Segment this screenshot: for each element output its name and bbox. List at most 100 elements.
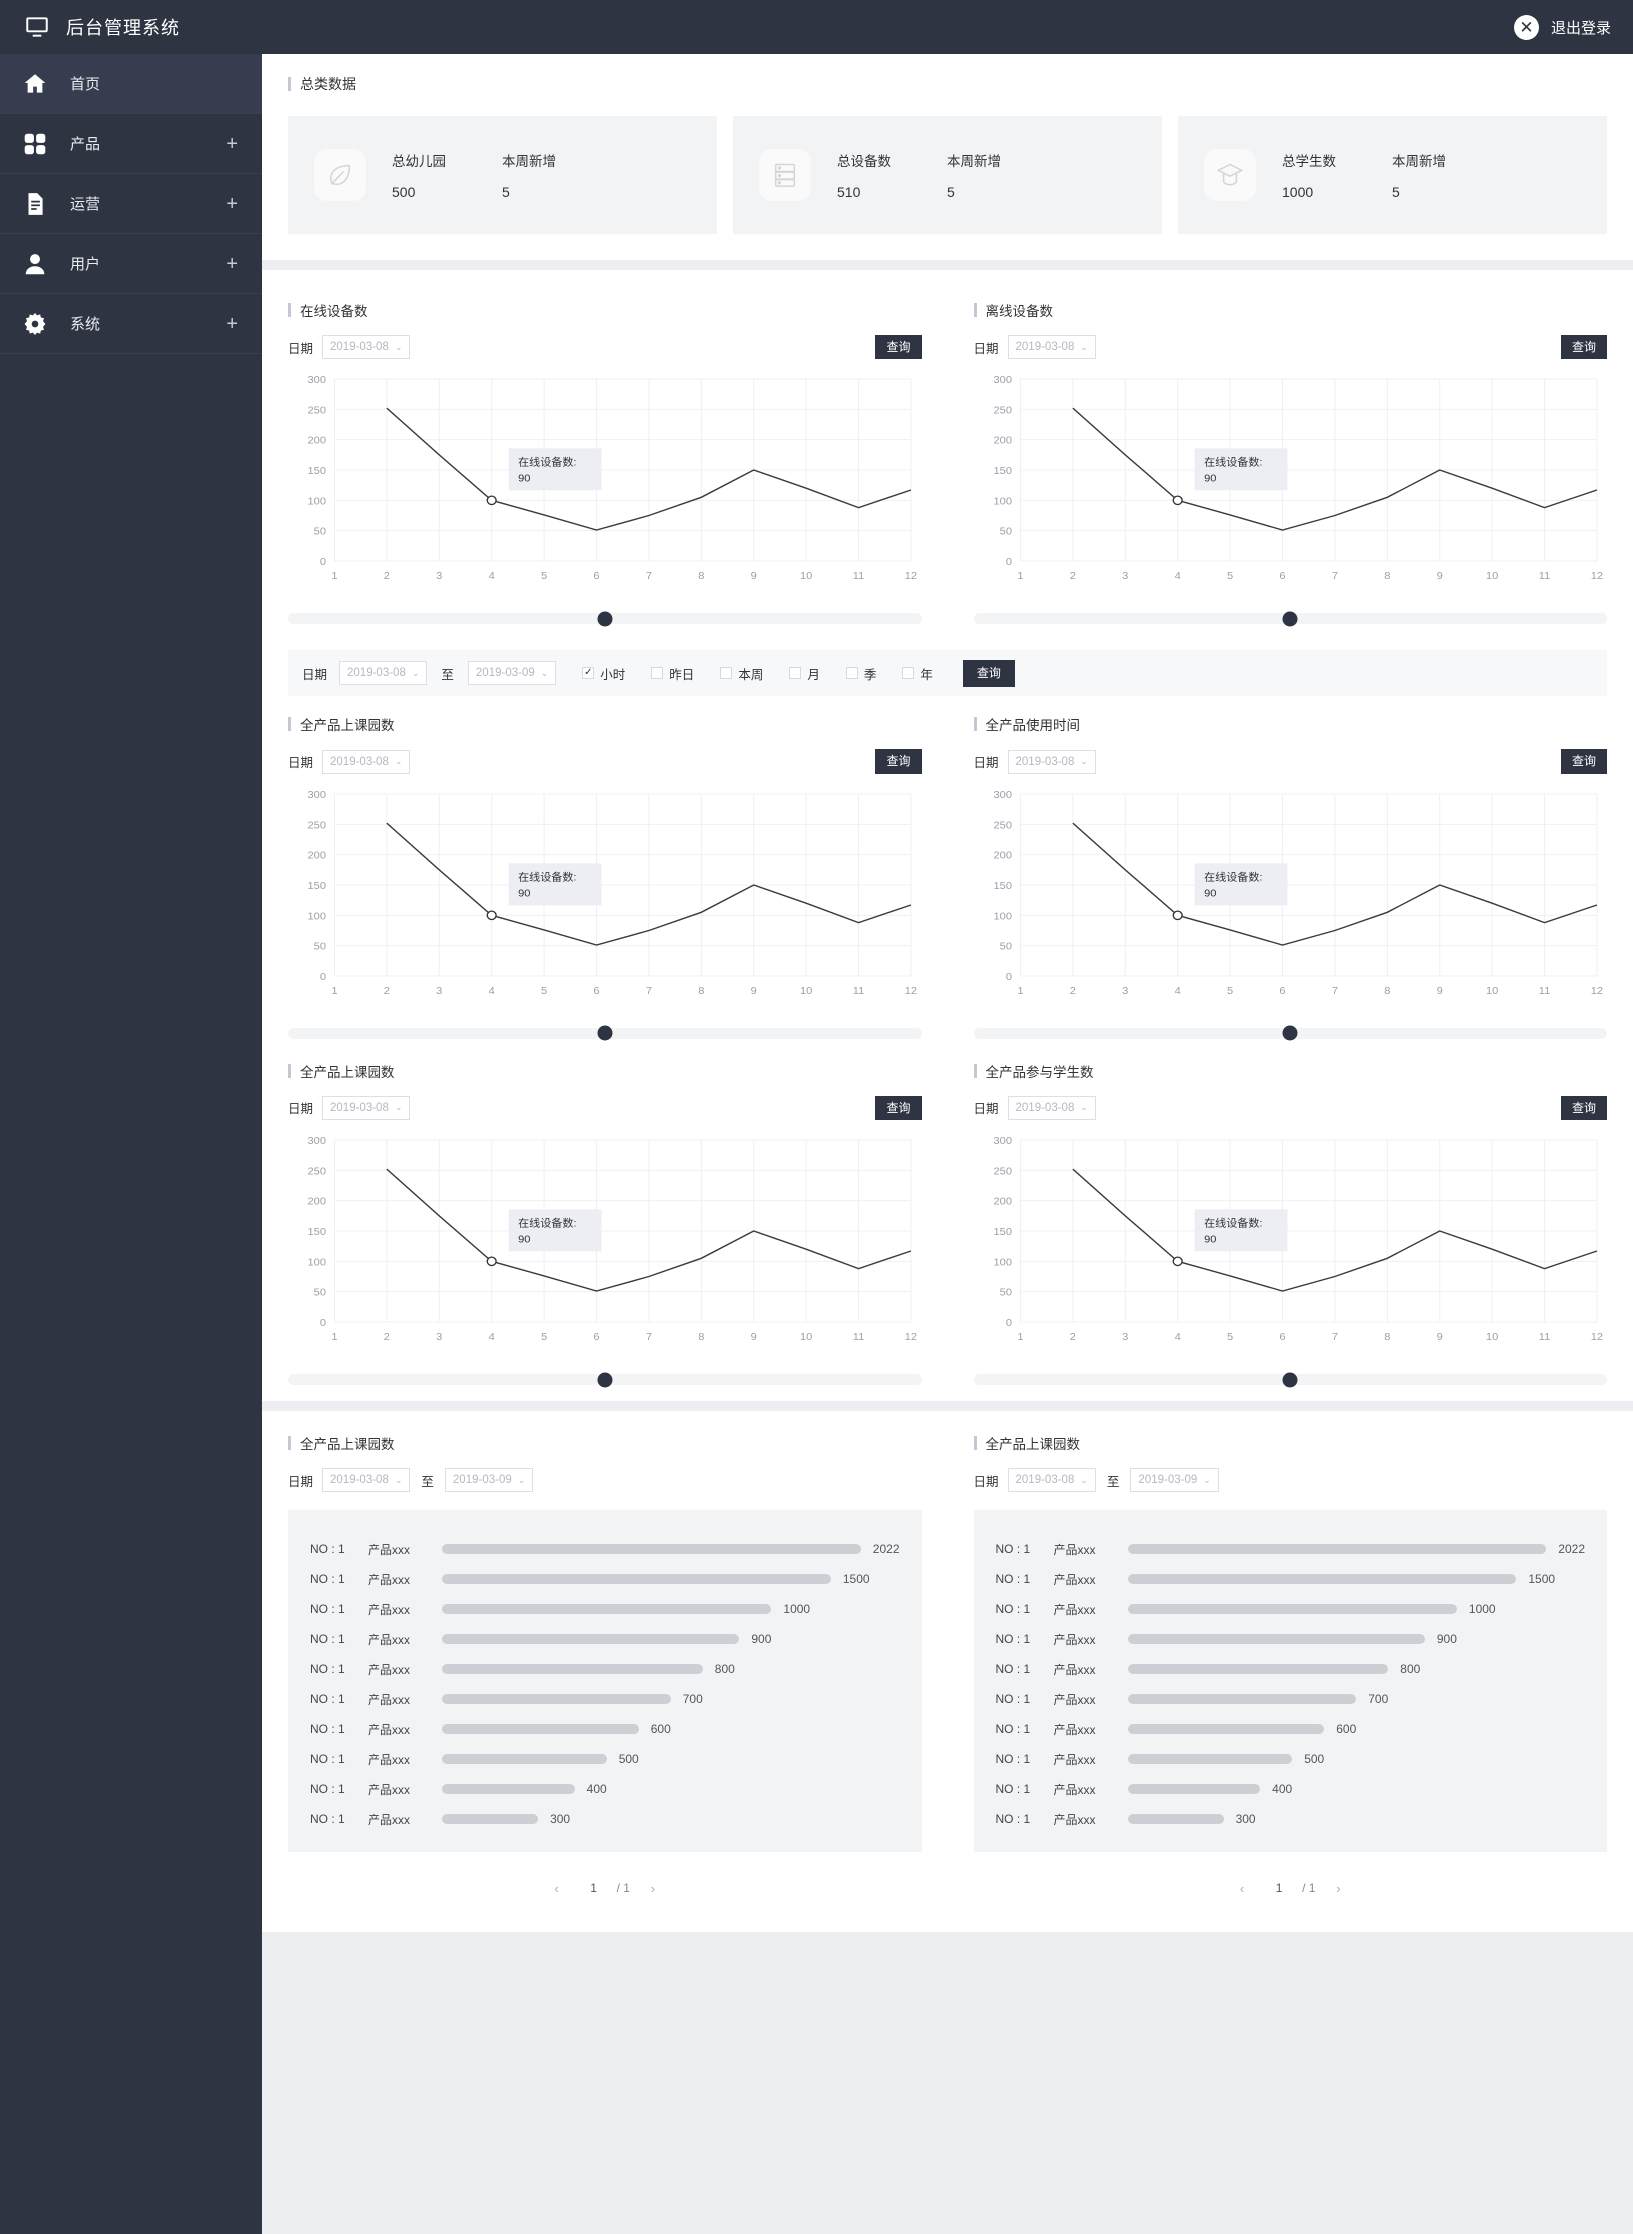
title-accent-bar	[288, 1063, 291, 1078]
date-picker[interactable]: 2019-03-08 ⌄	[1007, 749, 1096, 774]
slider-knob[interactable]	[1282, 611, 1298, 627]
svg-text:90: 90	[1204, 887, 1216, 899]
rank-bar-track: 2022	[1127, 1542, 1585, 1556]
query-button[interactable]: 查询	[1560, 335, 1607, 360]
svg-text:10: 10	[1485, 1331, 1497, 1343]
date-picker[interactable]: 2019-03-08 ⌄	[322, 1095, 411, 1120]
query-button[interactable]: 查询	[875, 749, 922, 774]
checkbox-hour[interactable]: ✓ 小时	[582, 664, 625, 683]
chart-panel-usage-time: 全产品使用时间 日期 2019-03-08 ⌄ 查询 0 50 100 150 200 2…	[948, 702, 1633, 1048]
chart-controls: 日期 2019-03-08 ⌄ 查询	[973, 1095, 1607, 1121]
rank-position: NO : 1	[310, 1602, 345, 1617]
checkbox-year[interactable]: 年	[902, 664, 933, 683]
prev-page-button[interactable]: ‹	[542, 1874, 571, 1903]
title-accent-bar	[288, 717, 291, 732]
svg-text:在线设备数:: 在线设备数:	[518, 870, 576, 883]
svg-text:90: 90	[1204, 473, 1216, 485]
filter-query-button[interactable]: 查询	[962, 660, 1015, 687]
chevron-down-icon: ⌄	[394, 1474, 403, 1485]
query-button[interactable]: 查询	[875, 1095, 922, 1121]
checkbox-month[interactable]: 月	[789, 664, 820, 683]
date-picker[interactable]: 2019-03-08 ⌄	[1007, 335, 1096, 360]
rank-row: NO : 1 产品xxx 1500	[996, 1564, 1586, 1594]
chart-range-slider[interactable]	[973, 611, 1607, 627]
chart-range-slider[interactable]	[973, 1372, 1607, 1388]
rank-row: NO : 1 产品xxx 2022	[996, 1534, 1586, 1564]
svg-text:50: 50	[999, 941, 1011, 953]
chart-range-slider[interactable]	[288, 1025, 922, 1041]
expand-plus-icon[interactable]: +	[226, 134, 238, 154]
next-page-button[interactable]: ›	[1324, 1874, 1353, 1903]
expand-plus-icon[interactable]: +	[226, 194, 238, 214]
rank-date-start[interactable]: 2019-03-08 ⌄	[322, 1468, 411, 1493]
svg-text:6: 6	[593, 571, 599, 583]
date-picker[interactable]: 2019-03-08 ⌄	[322, 749, 411, 774]
sidebar-item-product[interactable]: 产品 +	[0, 114, 262, 174]
rank-date-start[interactable]: 2019-03-08 ⌄	[1007, 1468, 1096, 1493]
rank-bar	[442, 1694, 671, 1705]
chart-range-slider[interactable]	[288, 1372, 922, 1388]
leaf-icon	[314, 149, 366, 201]
sidebar-item-user[interactable]: 用户 +	[0, 234, 262, 294]
slider-knob[interactable]	[597, 1025, 613, 1041]
logout-button[interactable]: ✕ 退出登录	[1513, 14, 1611, 40]
date-picker[interactable]: 2019-03-08 ⌄	[322, 335, 411, 360]
checkbox-label: 月	[807, 667, 820, 682]
svg-text:4: 4	[1174, 1331, 1180, 1343]
date-label: 日期	[288, 756, 314, 771]
date-value: 2019-03-08	[1015, 755, 1075, 768]
query-button[interactable]: 查询	[1560, 1095, 1607, 1121]
current-page[interactable]: 1	[579, 1874, 608, 1903]
svg-text:3: 3	[436, 1331, 442, 1343]
checkbox-yesterday[interactable]: 昨日	[651, 664, 694, 683]
sidebar-item-home[interactable]: 首页	[0, 54, 262, 114]
sidebar-item-system[interactable]: 系统 +	[0, 294, 262, 354]
checkbox-quarter[interactable]: 季	[845, 664, 876, 683]
filter-date-start[interactable]: 2019-03-08 ⌄	[339, 661, 428, 686]
rank-bar-track: 500	[442, 1752, 900, 1766]
date-picker[interactable]: 2019-03-08 ⌄	[1007, 1095, 1096, 1120]
date-label: 日期	[973, 1102, 999, 1117]
svg-text:11: 11	[853, 571, 865, 583]
rank-date-end[interactable]: 2019-03-09 ⌄	[444, 1468, 534, 1493]
sidebar-item-operations[interactable]: 运营 +	[0, 174, 262, 234]
slider-knob[interactable]	[597, 611, 613, 627]
query-button[interactable]: 查询	[1560, 749, 1607, 774]
expand-plus-icon[interactable]: +	[226, 314, 238, 334]
svg-text:200: 200	[993, 1196, 1011, 1208]
slider-knob[interactable]	[1282, 1025, 1298, 1041]
summary-title-row: 总类数据	[288, 74, 1607, 94]
prev-page-button[interactable]: ‹	[1228, 1874, 1257, 1903]
rank-date-end[interactable]: 2019-03-09 ⌄	[1130, 1468, 1219, 1493]
filter-date-end[interactable]: 2019-03-09 ⌄	[467, 661, 557, 686]
stat-card-kindergarten: 总幼儿园 500 本周新增 5	[288, 116, 717, 234]
svg-text:300: 300	[308, 789, 326, 801]
chart-range-slider[interactable]	[973, 1025, 1607, 1041]
date-label: 日期	[973, 756, 999, 771]
next-page-button[interactable]: ›	[638, 1874, 667, 1903]
rank-row: NO : 1 产品xxx 900	[310, 1624, 900, 1654]
checkbox-this-week[interactable]: 本周	[720, 664, 763, 683]
svg-text:3: 3	[436, 985, 442, 997]
query-button[interactable]: 查询	[875, 335, 922, 360]
summary-title: 总类数据	[300, 76, 356, 92]
rank-bar-track: 400	[1127, 1782, 1586, 1796]
rank-bar	[442, 1724, 639, 1735]
expand-plus-icon[interactable]: +	[226, 254, 238, 274]
server-icon	[759, 149, 811, 201]
current-page[interactable]: 1	[1265, 1874, 1294, 1903]
rank-bar-track: 1000	[1127, 1602, 1586, 1616]
rank-position: NO : 1	[310, 1812, 345, 1827]
svg-text:6: 6	[593, 1331, 599, 1343]
chart-range-slider[interactable]	[288, 611, 922, 627]
checkbox-box	[845, 667, 858, 680]
slider-knob[interactable]	[1282, 1372, 1298, 1388]
checkbox-label: 年	[920, 667, 933, 682]
svg-text:7: 7	[1331, 1331, 1337, 1343]
slider-knob[interactable]	[597, 1372, 613, 1388]
svg-text:200: 200	[308, 1196, 326, 1208]
chevron-down-icon: ⌄	[1080, 1102, 1088, 1113]
rank-product-name: 产品xxx	[1053, 1752, 1096, 1767]
svg-text:250: 250	[308, 1166, 326, 1178]
svg-text:7: 7	[646, 1331, 652, 1343]
